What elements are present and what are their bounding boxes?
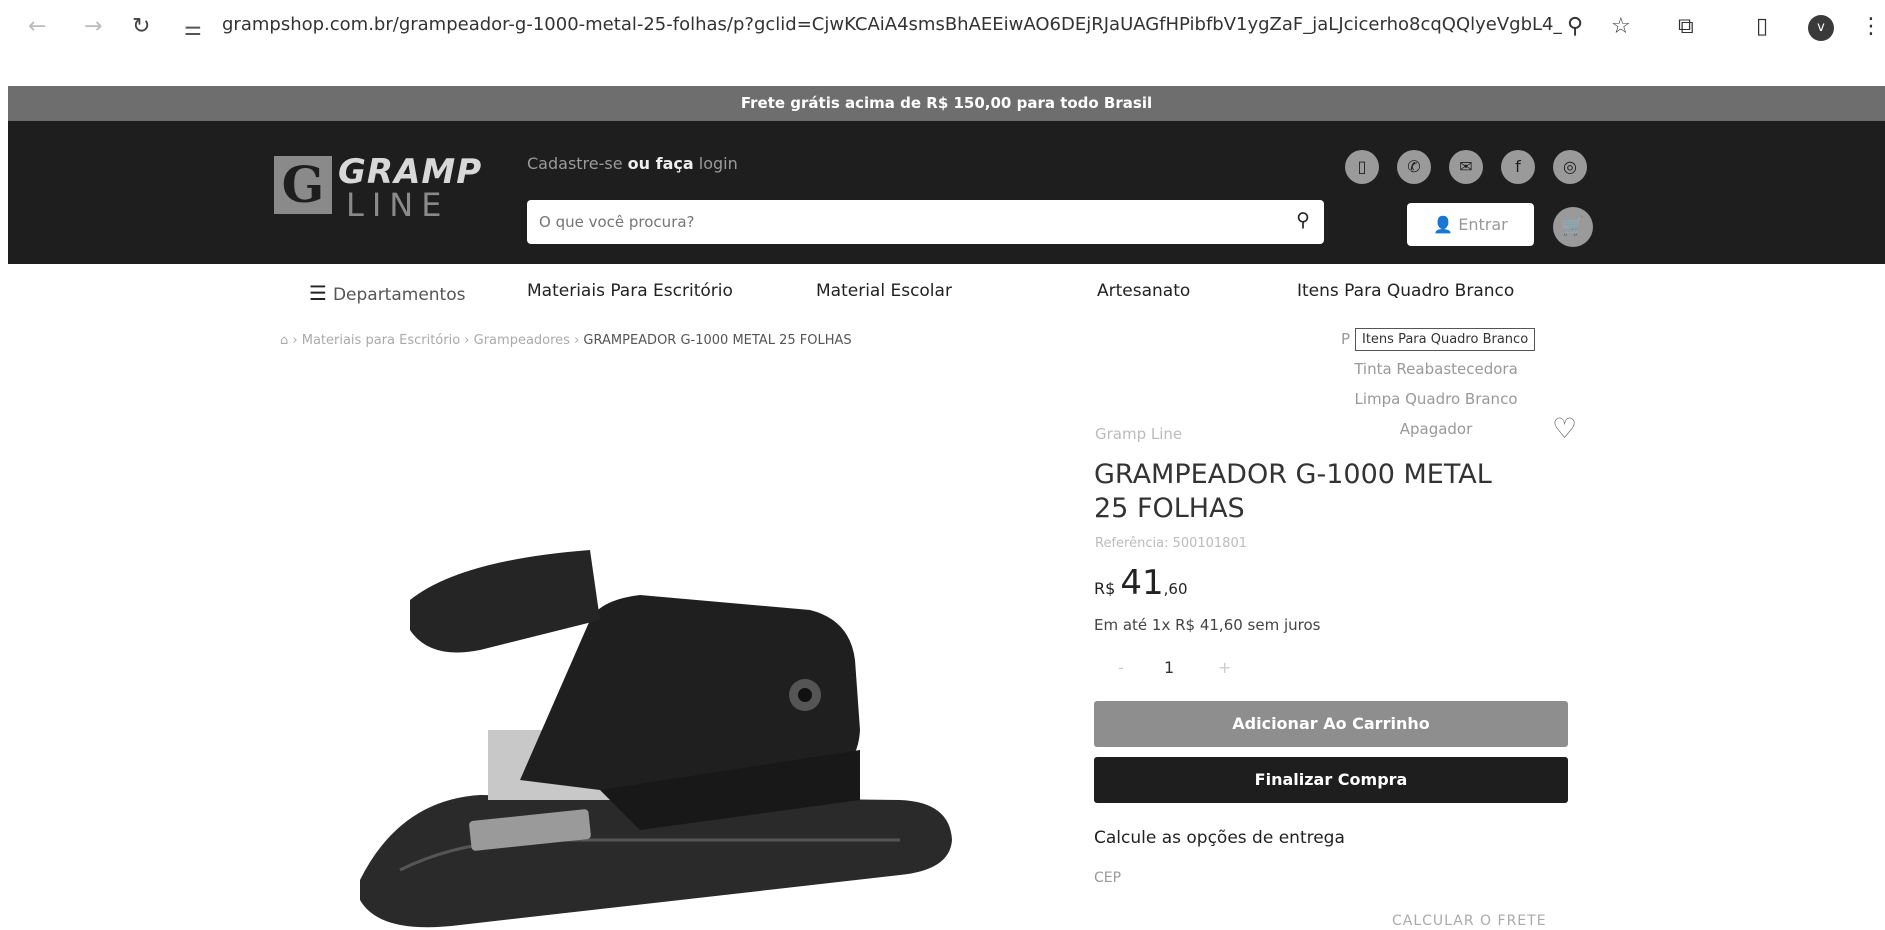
forward-arrow-icon[interactable]: → [84, 14, 102, 39]
home-icon[interactable]: ⌂ [280, 333, 288, 348]
tooltip: Itens Para Quadro Branco [1355, 328, 1536, 351]
dropdown-item[interactable]: Limpa Quadro Branco [1331, 390, 1541, 408]
reload-icon[interactable]: ↻ [132, 14, 150, 39]
site-logo[interactable]: G GRAMP LINE [274, 152, 481, 224]
bookmark-star-icon[interactable]: ☆ [1611, 14, 1631, 39]
product-title: GRAMPEADOR G-1000 METAL 25 FOLHAS [1094, 459, 1492, 524]
zoom-icon[interactable]: ⚲ [1567, 14, 1583, 39]
quantity-value[interactable]: 1 [1164, 658, 1174, 677]
extensions-icon[interactable]: ⧉ [1678, 14, 1694, 39]
browser-toolbar: ← → ↻ ⚌ grampshop.com.br/grampeador-g-10… [0, 0, 1885, 60]
calculate-shipping-button[interactable]: CALCULAR O FRETE [1392, 913, 1547, 929]
address-bar[interactable]: grampshop.com.br/grampeador-g-1000-metal… [222, 14, 1562, 35]
site-info-icon[interactable]: ⚌ [184, 16, 202, 40]
social-links: ▯ ✆ ✉ f ◎ [1345, 150, 1587, 184]
browser-menu-icon[interactable]: ⋮ [1860, 14, 1882, 39]
departments-menu[interactable]: ☰ Departamentos [309, 281, 465, 305]
nav-item-artesanato[interactable]: Artesanato [1097, 281, 1190, 301]
profile-avatar[interactable]: v [1808, 15, 1834, 41]
nav-item-escritorio[interactable]: Materiais Para Escritório [527, 281, 733, 301]
add-to-cart-button[interactable]: Adicionar Ao Carrinho [1094, 701, 1568, 747]
facebook-icon[interactable]: f [1501, 150, 1535, 184]
decrease-quantity-button[interactable]: - [1118, 658, 1124, 677]
login-button-label: Entrar [1458, 215, 1508, 234]
main-nav: ☰ Departamentos Materiais Para Escritório… [0, 268, 1885, 318]
dropdown-item[interactable]: Tinta Reabastecedora [1331, 360, 1541, 378]
logo-text-bottom: LINE [346, 186, 450, 224]
whatsapp-icon[interactable]: ✆ [1397, 150, 1431, 184]
breadcrumb-item[interactable]: Materiais para Escritório [302, 333, 460, 348]
wishlist-heart-icon[interactable]: ♡ [1552, 412, 1577, 445]
phone-icon[interactable]: ▯ [1345, 150, 1379, 184]
instagram-icon[interactable]: ◎ [1553, 150, 1587, 184]
signup-or-text: ou faça [627, 154, 694, 173]
email-icon[interactable]: ✉ [1449, 150, 1483, 184]
nav-item-escolar[interactable]: Material Escolar [816, 281, 952, 301]
hamburger-icon: ☰ [309, 281, 327, 305]
product-price: R$ 41,60 [1094, 563, 1188, 603]
back-arrow-icon[interactable]: ← [28, 14, 46, 39]
login-link[interactable]: login [699, 154, 738, 173]
installments-text: Em até 1x R$ 41,60 sem juros [1094, 616, 1321, 634]
product-image [360, 550, 952, 928]
free-shipping-banner: Frete grátis acima de R$ 150,00 para tod… [8, 86, 1885, 121]
logo-mark-icon: G [274, 156, 332, 214]
side-panel-icon[interactable]: ▯ [1756, 14, 1768, 39]
breadcrumb-item[interactable]: Grampeadores [474, 333, 570, 348]
product-brand[interactable]: Gramp Line [1095, 425, 1182, 443]
user-icon: 👤 [1433, 215, 1454, 234]
breadcrumb: ⌂ › Materiais para Escritório › Grampead… [280, 333, 852, 348]
breadcrumb-current: GRAMPEADOR G-1000 METAL 25 FOLHAS [583, 333, 852, 348]
price-integer: 41 [1120, 563, 1164, 603]
departments-label: Departamentos [332, 285, 466, 305]
dropdown-item[interactable]: Apagador [1331, 420, 1541, 438]
shipping-title: Calcule as opções de entrega [1094, 828, 1345, 848]
search-input[interactable] [539, 208, 1259, 236]
buy-now-button[interactable]: Finalizar Compra [1094, 757, 1568, 803]
cart-icon[interactable]: 🛒 [1553, 207, 1593, 247]
search-bar: ⚲ [527, 200, 1324, 244]
price-currency: R$ [1094, 579, 1116, 598]
increase-quantity-button[interactable]: + [1218, 658, 1231, 677]
signup-login-links: Cadastre-se ou faça login [527, 154, 738, 173]
search-icon[interactable]: ⚲ [1296, 209, 1310, 231]
price-decimal: ,60 [1163, 580, 1188, 598]
product-reference: Referência: 500101801 [1095, 536, 1247, 551]
nav-item-quadro-branco[interactable]: Itens Para Quadro Branco [1297, 281, 1514, 301]
quantity-stepper: - 1 + [1100, 658, 1240, 688]
login-button[interactable]: 👤 Entrar [1407, 203, 1534, 246]
cep-field[interactable]: CEP [1094, 870, 1121, 886]
signup-link[interactable]: Cadastre-se [527, 154, 623, 173]
